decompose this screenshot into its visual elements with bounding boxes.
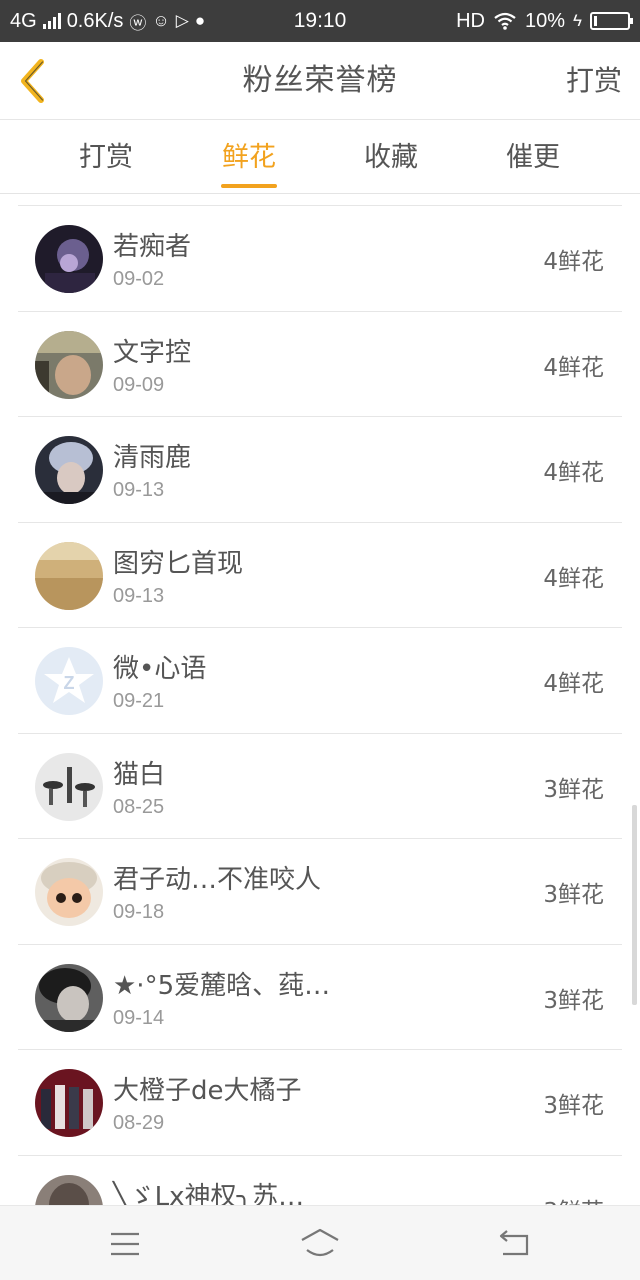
fan-name: ╲ゞLx神权╮苏… bbox=[113, 1181, 305, 1206]
fan-name: 若痴者 bbox=[113, 232, 192, 262]
reward-button[interactable]: 打赏 bbox=[566, 42, 622, 120]
avatar[interactable] bbox=[35, 858, 103, 926]
fan-name: 文字控 bbox=[113, 337, 192, 368]
active-tab-indicator bbox=[221, 184, 277, 188]
flower-count: 4鲜花 bbox=[543, 671, 604, 697]
flower-count: 3鲜花 bbox=[543, 882, 604, 908]
fan-name: 君子动…不准咬人 bbox=[113, 865, 322, 895]
system-nav-bar bbox=[0, 1205, 640, 1280]
home-icon bbox=[301, 1228, 339, 1257]
tab-bar: 打赏 鲜花 收藏 催更 bbox=[0, 120, 640, 194]
fan-row[interactable]: 若痴者 09-02 4鲜花 bbox=[18, 206, 622, 312]
app-header: 粉丝荣誉榜 打赏 bbox=[0, 42, 640, 120]
fan-row[interactable]: 文字控 09-09 4鲜花 bbox=[18, 312, 622, 417]
fan-name: 大橙子de大橘子 bbox=[113, 1076, 302, 1106]
tab-favorites[interactable]: 收藏 bbox=[321, 120, 461, 194]
flower-count: 4鲜花 bbox=[543, 354, 604, 381]
fan-name: 微•心语 bbox=[113, 654, 207, 684]
avatar[interactable] bbox=[35, 1069, 103, 1137]
fan-name: 图穷匕首现 bbox=[113, 548, 244, 579]
fan-name: 清雨鹿 bbox=[113, 443, 192, 473]
fan-name: 猫白 bbox=[113, 759, 166, 790]
fan-row[interactable]: 图穷匕首现 09-13 4鲜花 bbox=[18, 523, 622, 628]
fan-name: ★·°5爱麓晗、莼… bbox=[113, 970, 331, 1001]
battery-icon bbox=[590, 12, 633, 30]
avatar[interactable] bbox=[35, 330, 103, 399]
battery-percent: 10% bbox=[524, 9, 565, 32]
wifi-icon bbox=[494, 12, 516, 30]
fan-list[interactable]: 若痴者 09-02 4鲜花 文字控 09-09 4鲜花 清雨鹿 09-13 4鲜… bbox=[18, 205, 622, 1205]
tab-flowers[interactable]: 鲜花 bbox=[179, 120, 319, 194]
fan-date: 09-13 bbox=[113, 584, 165, 607]
avatar[interactable] bbox=[35, 963, 103, 1032]
hd-indicator: HD bbox=[456, 9, 485, 32]
avatar[interactable] bbox=[35, 436, 103, 504]
status-right: HD 10% ϟ bbox=[456, 0, 633, 42]
page-title: 粉丝荣誉榜 bbox=[242, 63, 398, 98]
tab-urge-update[interactable]: 催更 bbox=[463, 120, 603, 194]
scrollbar[interactable] bbox=[632, 805, 637, 1005]
fan-date: 09-18 bbox=[113, 901, 165, 923]
fan-date: 09-09 bbox=[113, 373, 165, 396]
flower-count: 3鲜花 bbox=[543, 776, 604, 803]
fan-row[interactable]: ╲ゞLx神权╮苏… 3鲜花 bbox=[18, 1156, 622, 1206]
menu-icon bbox=[111, 1232, 139, 1256]
flower-count: 3鲜花 bbox=[543, 1093, 604, 1119]
fan-date: 08-25 bbox=[113, 795, 165, 818]
fan-row[interactable]: Z 微•心语 09-21 4鲜花 bbox=[18, 628, 622, 734]
fan-row[interactable]: 清雨鹿 09-13 4鲜花 bbox=[18, 417, 622, 523]
fan-date: 09-21 bbox=[113, 690, 165, 712]
charging-icon: ϟ bbox=[573, 11, 582, 30]
fan-row[interactable]: 猫白 08-25 3鲜花 bbox=[18, 734, 622, 839]
flower-count: 3鲜花 bbox=[543, 1192, 604, 1206]
flower-count: 4鲜花 bbox=[543, 565, 604, 592]
fan-date: 08-29 bbox=[113, 1112, 165, 1134]
fan-row[interactable]: ★·°5爱麓晗、莼… 09-14 3鲜花 bbox=[18, 945, 622, 1050]
fan-row[interactable]: 大橙子de大橘子 08-29 3鲜花 bbox=[18, 1050, 622, 1156]
menu-button[interactable] bbox=[105, 1224, 145, 1264]
avatar[interactable]: Z bbox=[35, 647, 103, 715]
fan-date: 09-02 bbox=[113, 268, 165, 290]
home-button[interactable] bbox=[300, 1224, 340, 1264]
flower-count: 4鲜花 bbox=[543, 249, 604, 275]
tab-reward[interactable]: 打赏 bbox=[36, 120, 176, 194]
fan-row[interactable]: 君子动…不准咬人 09-18 3鲜花 bbox=[18, 839, 622, 945]
avatar[interactable] bbox=[35, 225, 103, 293]
back-nav-button[interactable] bbox=[495, 1224, 535, 1264]
flower-count: 3鲜花 bbox=[543, 987, 604, 1014]
avatar[interactable] bbox=[35, 1174, 103, 1205]
svg-text:Z: Z bbox=[64, 673, 75, 693]
flower-count: 4鲜花 bbox=[543, 460, 604, 486]
fan-date: 09-14 bbox=[113, 1006, 165, 1029]
battery-fill bbox=[594, 16, 597, 26]
avatar[interactable] bbox=[35, 541, 103, 610]
status-bar: 4G 0.6K/s ⓦ ☺ ▷ ● 19:10 HD 10% ϟ bbox=[0, 0, 640, 42]
avatar[interactable] bbox=[35, 752, 103, 821]
back-icon bbox=[499, 1230, 529, 1256]
fan-date: 09-13 bbox=[113, 479, 165, 501]
